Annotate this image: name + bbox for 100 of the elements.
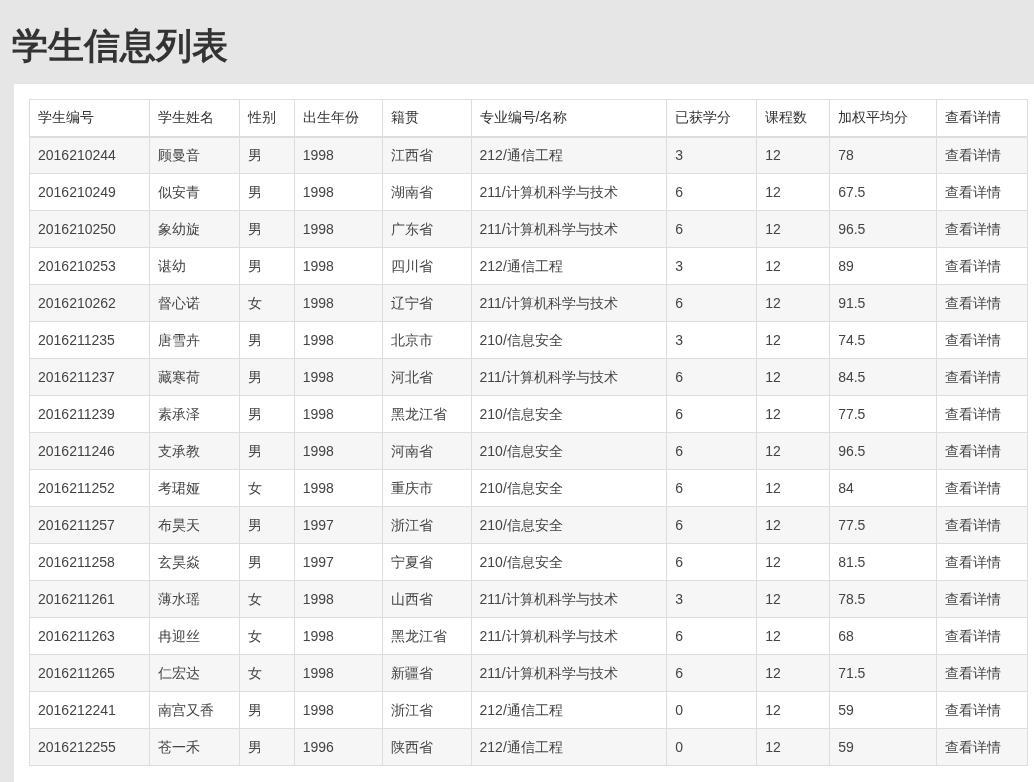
table-cell: 6 [666,358,757,396]
table-cell: 67.5 [829,173,937,211]
page-title: 学生信息列表 [11,24,229,68]
table-cell: 211/计算机科学与技术 [471,284,667,322]
table-cell: 212/通信工程 [471,247,667,285]
table-cell: 1998 [294,691,383,729]
table-cell: 仁宏达 [149,654,240,692]
table-cell: 1996 [294,728,383,766]
table-cell: 男 [239,210,295,248]
table-cell: 1997 [294,543,383,581]
table-cell: 3 [666,247,757,285]
table-cell: 1998 [294,247,383,285]
table-cell: 1998 [294,358,383,396]
table-cell: 宁夏省 [382,543,472,581]
table-cell: 6 [666,617,757,655]
table-cell: 江西省 [382,136,472,174]
table-cell: 南宫又香 [149,691,240,729]
table-cell: 210/信息安全 [471,469,667,507]
table-cell: 男 [239,247,295,285]
table-cell: 2016210244 [29,136,150,174]
table-cell: 6 [666,432,757,470]
column-header: 专业编号/名称 [471,99,667,137]
table-cell: 74.5 [829,321,937,359]
table-cell: 211/计算机科学与技术 [471,617,667,655]
table-cell: 2016211257 [29,506,150,544]
table-cell: 支承教 [149,432,240,470]
table-cell: 黑龙江省 [382,395,472,433]
table-cell: 顾曼音 [149,136,240,174]
table-cell: 6 [666,654,757,692]
table-cell: 6 [666,469,757,507]
column-header: 学生编号 [29,99,150,137]
table-cell: 211/计算机科学与技术 [471,358,667,396]
table-cell: 似安青 [149,173,240,211]
column-header: 课程数 [756,99,830,137]
table-cell: 谌幼 [149,247,240,285]
table-cell: 71.5 [829,654,937,692]
table-cell: 12 [756,432,830,470]
table-cell: 四川省 [382,247,472,285]
table-cell: 12 [756,395,830,433]
table-cell: 冉迎丝 [149,617,240,655]
table-cell: 唐雪卉 [149,321,240,359]
table-cell: 布昊天 [149,506,240,544]
table-cell: 6 [666,506,757,544]
table-cell: 12 [756,506,830,544]
table-cell: 12 [756,210,830,248]
table-cell: 210/信息安全 [471,543,667,581]
table-cell: 女 [239,617,295,655]
table-cell: 女 [239,469,295,507]
table-cell: 89 [829,247,937,285]
table-cell: 12 [756,654,830,692]
table-cell: 河南省 [382,432,472,470]
table-cell: 6 [666,543,757,581]
table-cell: 1998 [294,284,383,322]
table-cell: 78 [829,136,937,174]
table-cell: 211/计算机科学与技术 [471,210,667,248]
table-cell: 浙江省 [382,691,472,729]
table-cell: 男 [239,395,295,433]
table-cell: 12 [756,728,830,766]
column-header: 性别 [239,99,295,137]
table-cell: 象幼旋 [149,210,240,248]
table-cell: 6 [666,395,757,433]
table-cell: 210/信息安全 [471,506,667,544]
table-cell: 男 [239,173,295,211]
table-cell: 12 [756,247,830,285]
table-cell: 2016211235 [29,321,150,359]
table-cell: 59 [829,691,937,729]
table-cell: 12 [756,543,830,581]
table-cell: 1998 [294,173,383,211]
table-cell: 2016210249 [29,173,150,211]
table-cell: 1997 [294,506,383,544]
table-cell: 212/通信工程 [471,691,667,729]
table-cell: 12 [756,284,830,322]
table-cell: 新疆省 [382,654,472,692]
table-cell: 84 [829,469,937,507]
table-cell: 广东省 [382,210,472,248]
column-header: 籍贯 [382,99,472,137]
table-cell: 女 [239,580,295,618]
table-cell: 3 [666,321,757,359]
column-header: 已获学分 [666,99,757,137]
table-cell: 81.5 [829,543,937,581]
table-cell: 68 [829,617,937,655]
table-cell: 0 [666,691,757,729]
table-cell: 2016210250 [29,210,150,248]
table-cell: 84.5 [829,358,937,396]
table-cell: 男 [239,358,295,396]
table-cell: 苍一禾 [149,728,240,766]
table-cell: 12 [756,136,830,174]
table-cell: 1998 [294,321,383,359]
table-cell: 2016211265 [29,654,150,692]
table-cell: 男 [239,506,295,544]
table-cell: 96.5 [829,210,937,248]
table-cell: 2016211263 [29,617,150,655]
table-cell: 2016211246 [29,432,150,470]
table-cell: 12 [756,617,830,655]
table-cell: 1998 [294,617,383,655]
table-cell: 78.5 [829,580,937,618]
table-cell: 12 [756,469,830,507]
table-cell: 2016211239 [29,395,150,433]
table-cell: 男 [239,691,295,729]
table-cell: 1998 [294,210,383,248]
